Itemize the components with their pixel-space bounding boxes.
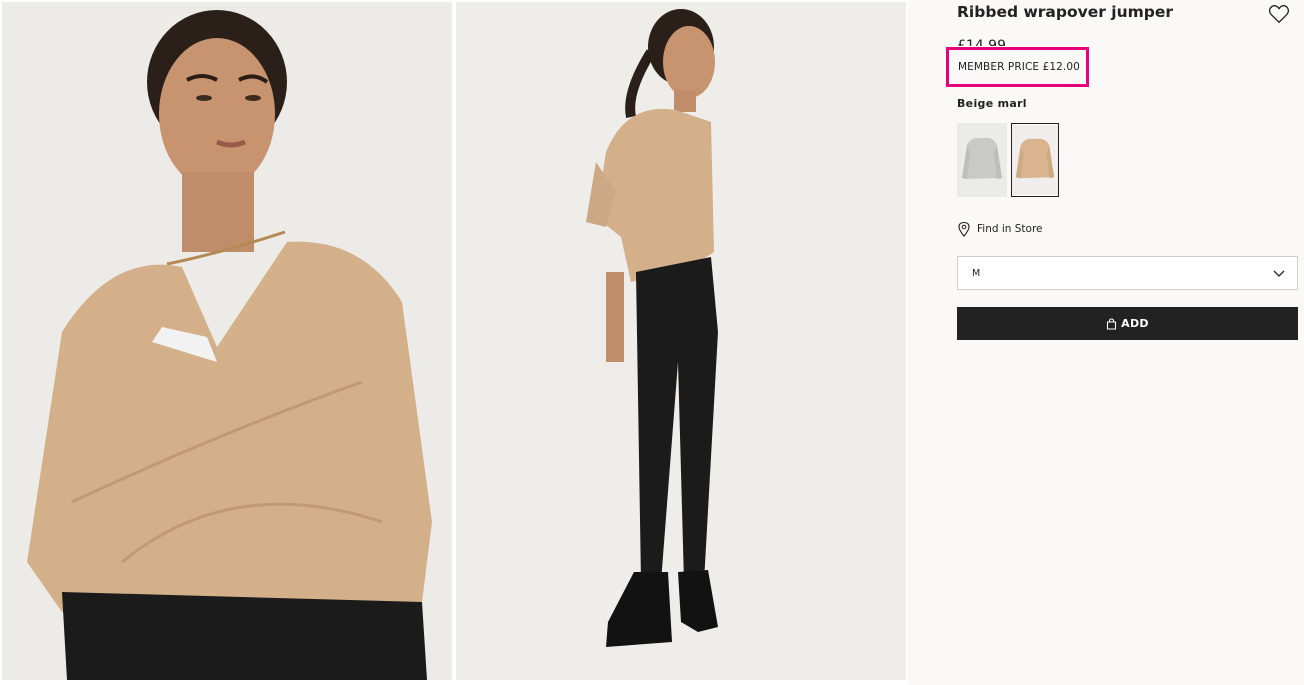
find-in-store-label: Find in Store [977,223,1043,235]
shopping-bag-icon [1107,317,1117,330]
add-to-bag-button[interactable]: ADD [957,307,1298,340]
product-price: £14.99 [957,38,1006,46]
favorite-button[interactable] [1268,4,1290,24]
member-price: MEMBER PRICE £12.00 [958,61,1080,73]
selected-color-name: Beige marl [957,97,1027,110]
color-swatch-beige[interactable] [1011,123,1059,197]
size-select[interactable]: M [957,256,1298,290]
find-in-store-link[interactable]: Find in Store [957,221,1043,237]
heart-outline-icon [1268,5,1290,24]
add-button-label: ADD [1121,317,1149,330]
product-image-fullbody[interactable] [456,2,906,680]
product-info-panel: Ribbed wrapover jumper £14.99 MEMBER PRI… [908,0,1304,685]
color-swatch-grey[interactable] [957,123,1007,197]
location-pin-icon [958,221,970,237]
product-image-closeup[interactable] [2,2,452,680]
chevron-down-icon [1273,270,1285,277]
product-title: Ribbed wrapover jumper [957,3,1174,21]
size-select-value: M [972,268,981,279]
